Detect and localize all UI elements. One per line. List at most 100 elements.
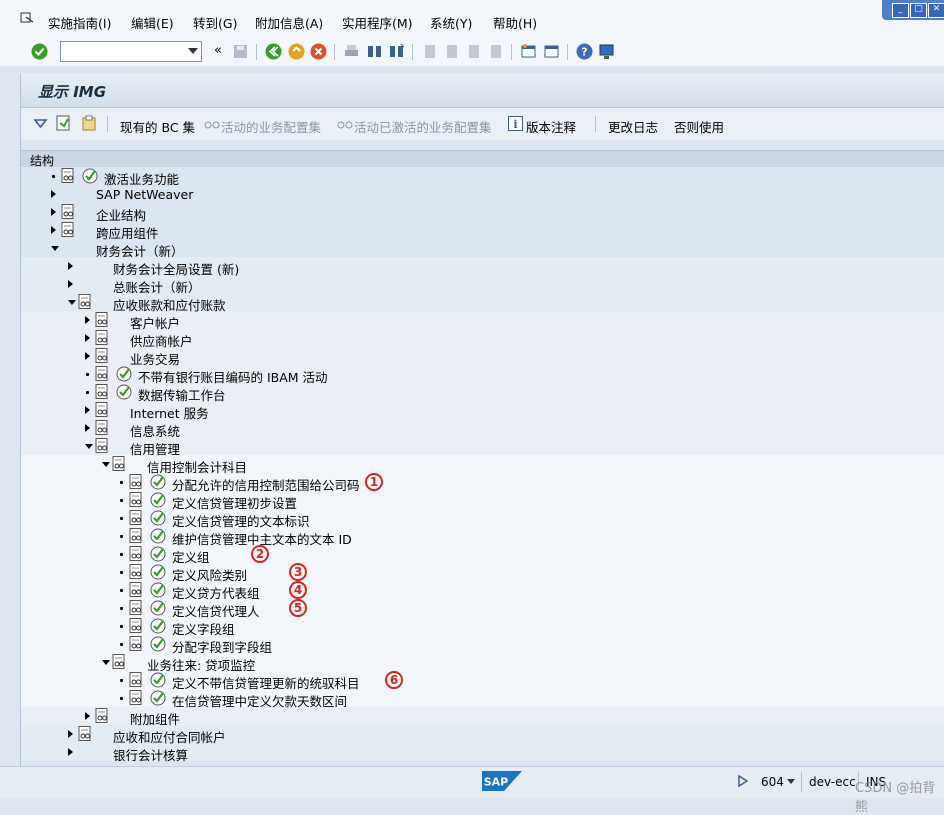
expand-node-icon[interactable] [51,226,56,234]
documentation-icon[interactable] [112,456,126,471]
previous-page-icon[interactable] [443,43,460,60]
execute-activity-icon[interactable] [150,600,166,616]
tree-row[interactable]: 定义风险类别 3 [21,563,944,583]
tree-node-label[interactable]: 银行会计核算 [113,745,188,764]
tree-row[interactable]: 定义信贷管理初步设置 [21,491,944,511]
expand-node-icon[interactable] [85,424,90,432]
new-session-icon[interactable] [520,43,537,60]
expand-node-icon[interactable] [85,406,90,414]
menu-edit[interactable]: 编辑(E) [131,13,174,32]
change-log-button[interactable]: 更改日志 [608,117,658,136]
tree-row[interactable]: 信用管理 [21,437,944,457]
expand-all-icon[interactable] [33,116,48,131]
tree-row[interactable]: 应收账款和应付账款 [21,293,944,313]
execute-activity-icon[interactable] [150,528,166,544]
tree-row[interactable]: 应收和应付合同帐户 [21,725,944,745]
expand-node-icon[interactable] [68,730,73,738]
save-icon[interactable] [232,43,249,60]
tree-row[interactable]: 业务往来: 贷项监控 [21,653,944,673]
back-icon[interactable] [265,43,282,60]
collapse-node-icon[interactable] [102,462,110,467]
tree-row[interactable]: 财务会计全局设置 (新) [21,257,944,277]
tree-row[interactable]: 财务会计（新） [21,239,944,259]
execute-activity-icon[interactable] [150,492,166,508]
documentation-icon[interactable] [95,348,109,363]
collapse-node-icon[interactable] [102,660,110,665]
execute-activity-icon[interactable] [150,636,166,652]
menu-guide[interactable]: 实施指南(I) [48,13,111,32]
cancel-icon[interactable] [310,43,327,60]
command-field[interactable] [60,41,202,62]
menu-extras[interactable]: 附加信息(A) [255,13,323,32]
chevron-down-icon[interactable] [188,48,198,54]
active-bc-sets-button[interactable]: 活动的业务配置集 [221,117,321,136]
expand-node-icon[interactable] [85,712,90,720]
documentation-icon[interactable] [78,294,92,309]
documentation-icon[interactable] [78,726,92,741]
layout-menu-icon[interactable] [598,43,615,60]
tree-row[interactable]: 定义信贷代理人 5 [21,599,944,619]
execute-activity-icon[interactable] [82,168,98,184]
tree-row[interactable]: 信息系统 [21,419,944,439]
tree-row[interactable]: 定义不带信贷管理更新的统驭科目 6 [21,671,944,691]
activated-bc-sets-button[interactable]: 活动已激活的业务配置集 [354,117,492,136]
tree-row[interactable]: 附加组件 [21,707,944,727]
tree-row[interactable]: 银行会计核算 [21,743,944,764]
print-icon[interactable] [343,43,360,60]
documentation-icon[interactable] [95,420,109,435]
system-menu-icon[interactable] [20,12,34,24]
collapse-node-icon[interactable] [68,300,76,305]
first-page-icon[interactable] [421,43,438,60]
expand-node-icon[interactable] [85,334,90,342]
tree-row[interactable]: 企业结构 [21,203,944,223]
execute-activity-icon[interactable] [150,510,166,526]
expand-node-icon[interactable] [85,316,90,324]
documentation-icon[interactable] [95,384,109,399]
tree-row[interactable]: 分配字段到字段组 [21,635,944,655]
documentation-icon[interactable] [129,618,143,633]
tree-row[interactable]: 数据传输工作台 [21,383,944,403]
help-icon[interactable]: ? [576,43,593,60]
tree-row[interactable]: Internet 服务 [21,401,944,421]
documentation-icon[interactable] [95,402,109,417]
expand-node-icon[interactable] [68,262,73,270]
tree-row[interactable]: 不带有银行账目编码的 IBAM 活动 [21,365,944,385]
menu-help[interactable]: 帮助(H) [493,13,537,32]
tree-row[interactable]: SAP NetWeaver [21,185,944,203]
play-triangle-icon[interactable] [738,775,748,787]
execute-activity-icon[interactable] [116,366,132,382]
execute-activity-icon[interactable] [150,564,166,580]
documentation-icon[interactable] [129,492,143,507]
tree-row[interactable]: 总账会计（新） [21,275,944,295]
tree-node-label[interactable]: SAP NetWeaver [96,187,193,202]
documentation-icon[interactable] [95,366,109,381]
execute-activity-icon[interactable] [150,672,166,688]
execute-activity-icon[interactable] [150,474,166,490]
documentation-icon[interactable] [129,546,143,561]
documentation-icon[interactable] [61,204,75,219]
documentation-icon[interactable] [129,564,143,579]
collapse-node-icon[interactable] [51,246,59,251]
tree-row[interactable]: 定义贷方代表组 4 [21,581,944,601]
where-used-button[interactable]: 否则使用 [674,117,724,136]
documentation-icon[interactable] [129,690,143,705]
tree-row[interactable]: 在信贷管理中定义欠款天数区间 [21,689,944,709]
tree-row[interactable]: 激活业务功能 [21,167,944,187]
tree-row[interactable]: 跨应用组件 [21,221,944,241]
find-icon[interactable] [366,43,383,60]
maximize-button[interactable]: □ [910,3,927,18]
tree-row[interactable]: 业务交易 [21,347,944,367]
tree-row[interactable]: 定义组 2 [21,545,944,565]
tree-row[interactable]: 客户帐户 [21,311,944,331]
execute-activity-icon[interactable] [150,690,166,706]
enter-check-icon[interactable] [31,43,48,60]
expand-node-icon[interactable] [85,352,90,360]
clipboard-icon[interactable] [81,115,97,131]
documentation-icon[interactable] [129,600,143,615]
documentation-icon[interactable] [129,510,143,525]
documentation-icon[interactable] [129,672,143,687]
documentation-icon[interactable] [95,438,109,453]
documentation-icon[interactable] [61,222,75,237]
tree-row[interactable]: 信用控制会计科目 [21,455,944,475]
shortcut-icon[interactable] [543,43,560,60]
